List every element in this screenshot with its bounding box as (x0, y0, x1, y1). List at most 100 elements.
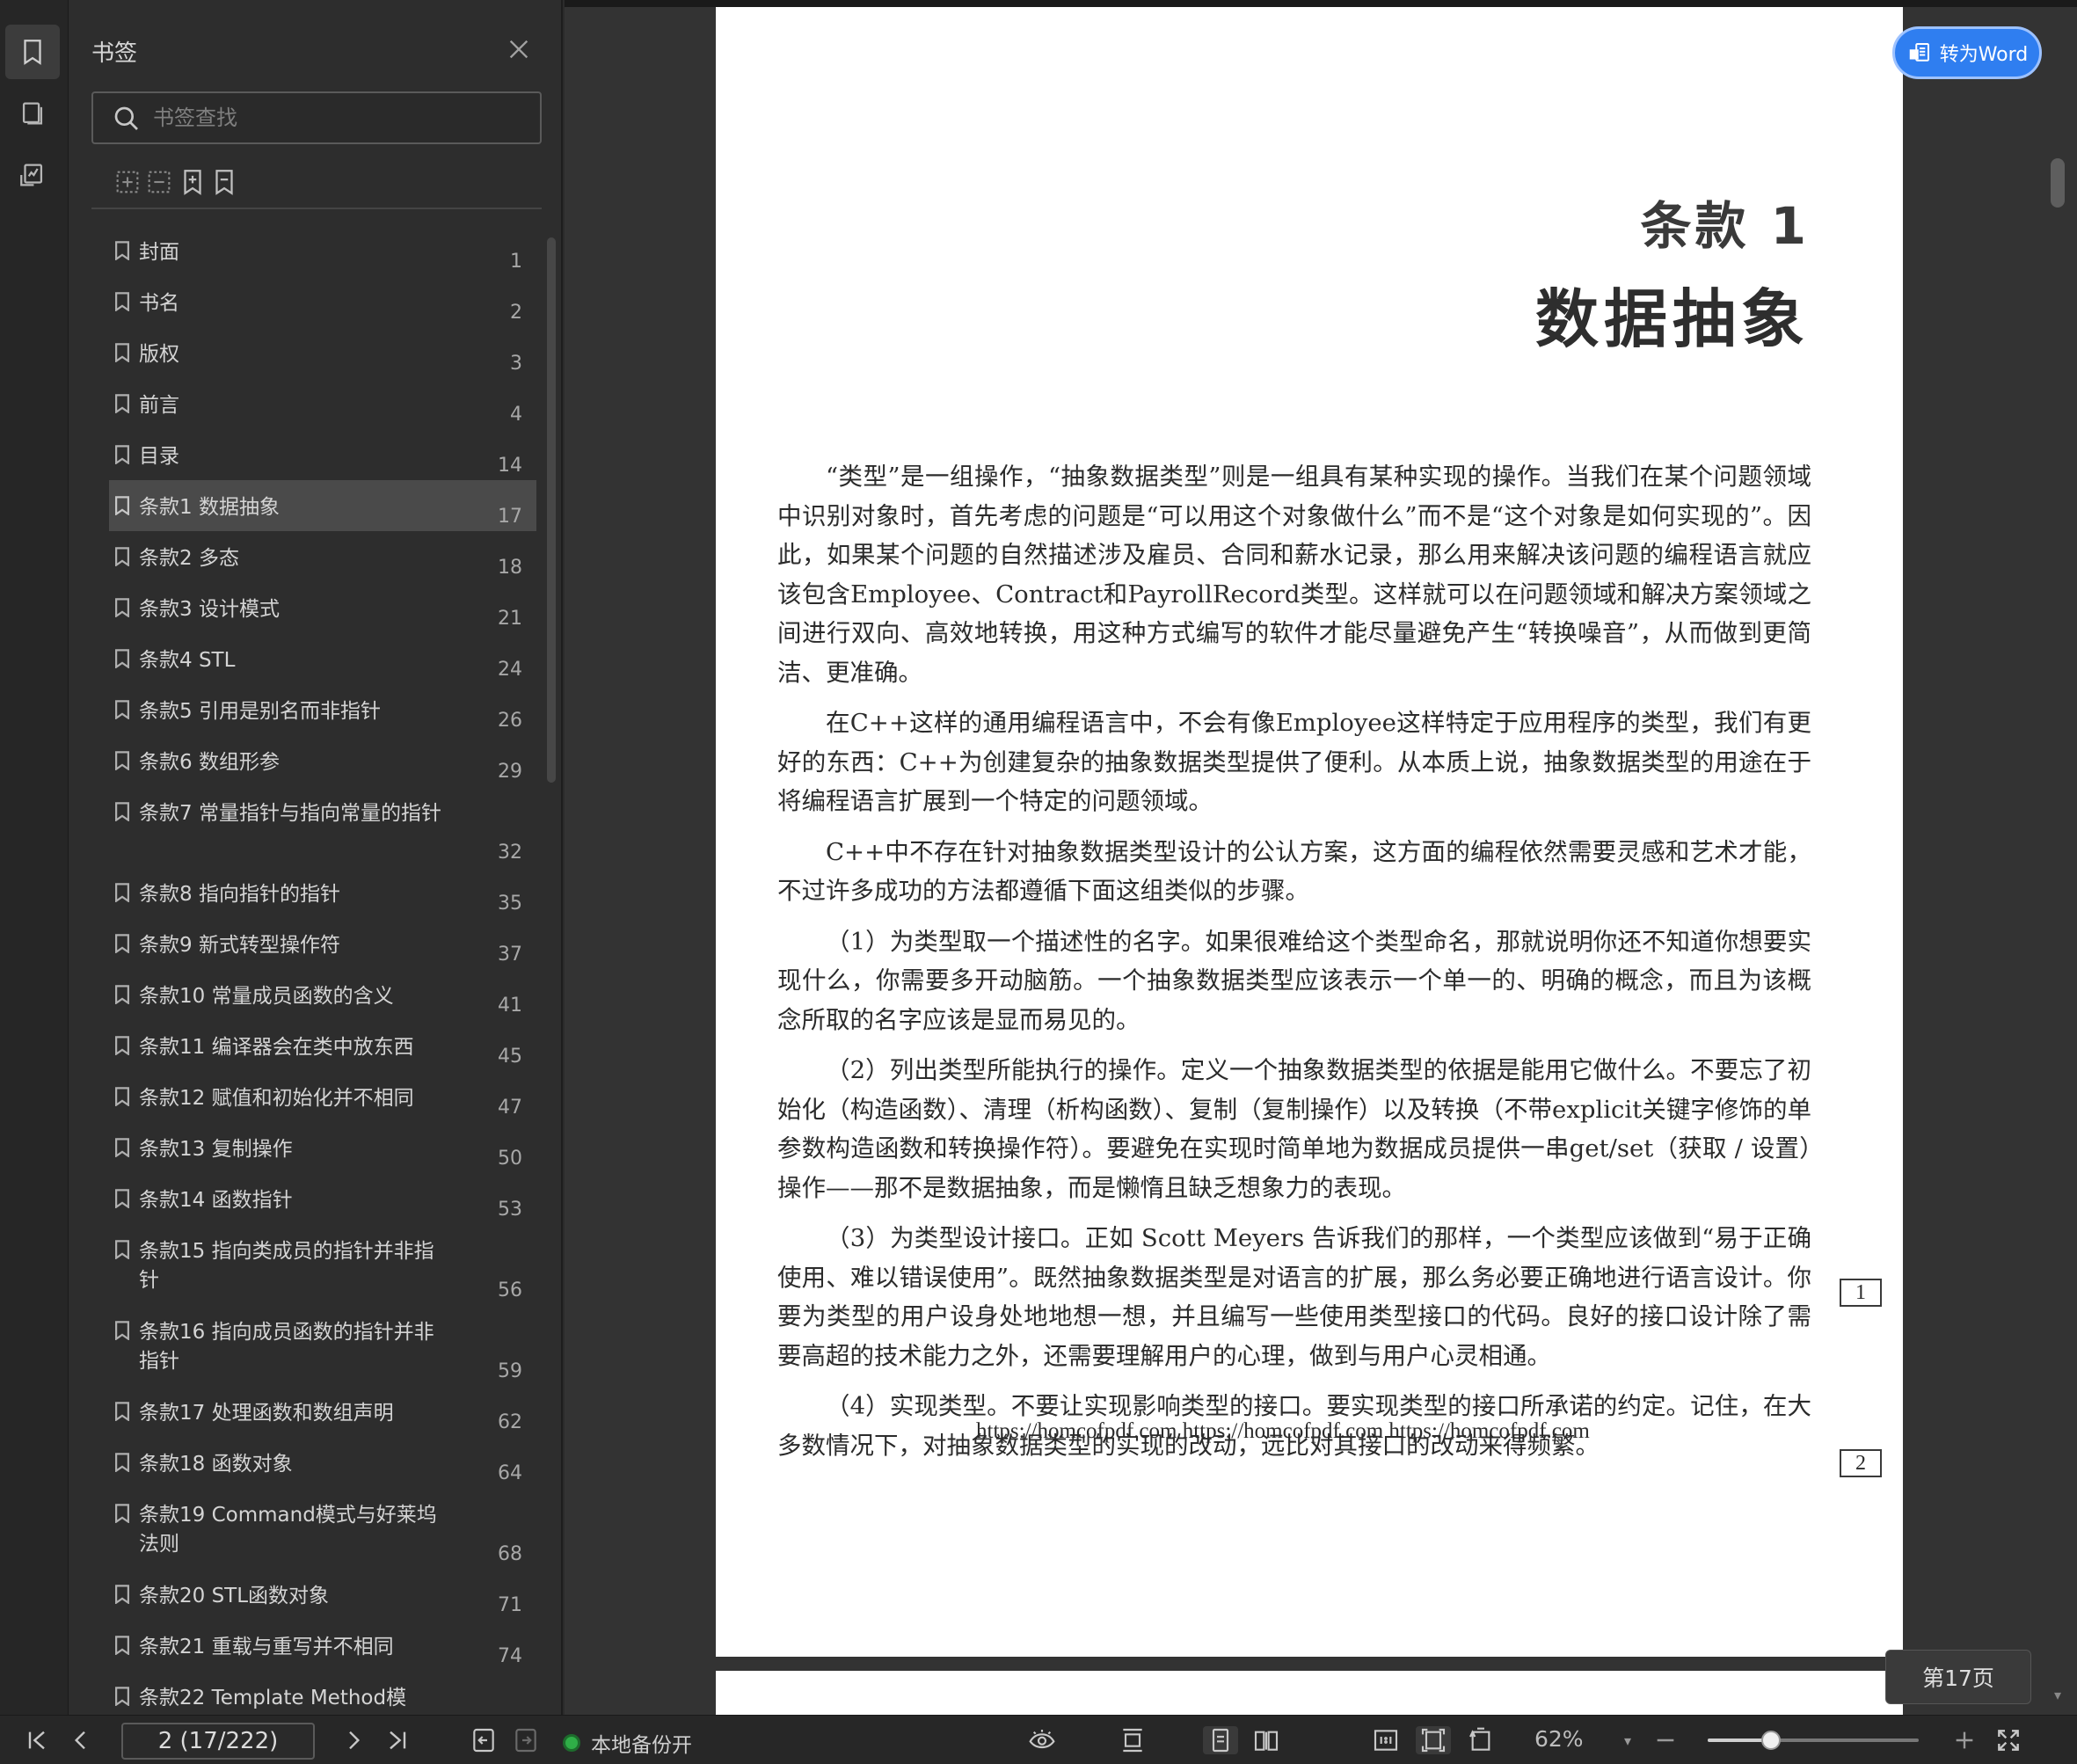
bookmark-item[interactable]: 条款6 数组形参 29 (109, 735, 536, 786)
zoom-level[interactable]: 62% (1534, 1726, 1584, 1752)
continuous-scroll-icon[interactable] (1115, 1726, 1150, 1754)
word-convert-icon (1909, 43, 1929, 62)
add-bookmark-icon[interactable] (178, 167, 211, 200)
paragraph: （1）为类型取一个描述性的名字。如果很难给这个类型命名，那就说明你还不知道你想要… (777, 927, 1811, 1034)
bookmark-icon (115, 1585, 129, 1604)
bookmark-item[interactable]: 条款15 指向类成员的指针并非指针 56 (109, 1224, 536, 1305)
pdf-reader-window: 书签 封面 1 书名 2 版权 3 前言 4 目录 (0, 0, 2077, 1764)
bookmark-icon (115, 445, 129, 464)
zoom-dropdown-icon[interactable]: ▾ (1618, 1726, 1637, 1754)
annotation-panel-icon[interactable] (5, 148, 60, 202)
bookmark-icon (115, 1036, 129, 1055)
first-page-icon[interactable] (21, 1726, 53, 1754)
remove-bookmark-icon[interactable] (209, 167, 243, 200)
bookmark-item[interactable]: 封面 1 (109, 225, 536, 276)
bookmark-item[interactable]: 条款12 赋值和初始化并不相同 47 (109, 1071, 536, 1122)
bookmark-item[interactable]: 目录 14 (109, 429, 536, 480)
bookmark-page: 3 (510, 353, 522, 375)
prev-page-icon[interactable] (65, 1726, 97, 1754)
rotate-page-icon[interactable] (1463, 1726, 1498, 1754)
bookmark-item[interactable]: 条款4 STL 24 (109, 633, 536, 684)
bookmark-item[interactable]: 条款7 常量指针与指向常量的指针 32 (109, 786, 536, 867)
page-number-input[interactable] (121, 1723, 315, 1760)
zoom-slider-thumb[interactable] (1761, 1731, 1781, 1750)
bookmark-icon (115, 496, 129, 515)
bookmark-label: 条款5 引用是别名而非指针 (139, 700, 381, 723)
search-icon (114, 106, 138, 130)
zoom-in-icon[interactable] (1949, 1726, 1980, 1754)
bookmark-item[interactable]: 条款10 常量成员函数的含义 41 (109, 969, 536, 1020)
bookmark-item[interactable]: 条款16 指向成员函数的指针并非指针 59 (109, 1305, 536, 1386)
bookmark-label: 条款20 STL函数对象 (139, 1585, 330, 1607)
bookmark-label: 条款6 数组形参 (139, 751, 280, 774)
convert-to-word-button[interactable]: 转为Word (1892, 26, 2042, 79)
thumbnail-panel-icon[interactable] (5, 86, 60, 141)
scroll-down-arrow[interactable]: ▾ (2051, 1687, 2065, 1704)
eye-protection-icon[interactable] (1018, 1726, 1066, 1754)
paragraph: 在C++这样的通用编程语言中，不会有像Employee这样特定于应用程序的类型，… (777, 709, 1811, 815)
bookmark-page: 41 (498, 995, 522, 1017)
bookmark-search-input[interactable] (153, 93, 531, 142)
bookmark-page: 71 (498, 1594, 522, 1616)
bookmark-icon (115, 1189, 129, 1208)
bookmark-item[interactable]: 条款14 函数指针 53 (109, 1173, 536, 1224)
bookmark-label: 前言 (139, 394, 179, 417)
bookmark-label: 条款14 函数指针 (139, 1189, 293, 1212)
bookmark-toolbar (91, 165, 542, 209)
bookmark-label: 条款17 处理函数和数组声明 (139, 1402, 394, 1425)
bookmark-icon (115, 883, 129, 902)
bookmark-scrollbar[interactable] (547, 237, 556, 783)
bookmark-item[interactable]: 版权 3 (109, 327, 536, 378)
bookmark-page: 17 (498, 506, 522, 528)
bookmark-item[interactable]: 条款11 编译器会在类中放东西 45 (109, 1020, 536, 1071)
bookmark-item[interactable]: 条款21 重载与重写并不相同 74 (109, 1620, 536, 1671)
bookmark-page: 74 (498, 1645, 522, 1667)
bookmark-list: 封面 1 书名 2 版权 3 前言 4 目录 14 条款1 数据抽象 17 条款2 多态 18… (109, 225, 540, 1715)
fit-page-icon[interactable] (1416, 1726, 1451, 1754)
bookmark-item[interactable]: 条款2 多态 18 (109, 531, 536, 582)
bookmark-label: 条款1 数据抽象 (139, 496, 280, 519)
expand-all-icon[interactable] (113, 167, 146, 200)
zoom-out-icon[interactable] (1650, 1726, 1681, 1754)
double-page-icon[interactable] (1249, 1726, 1284, 1754)
bookmark-label: 目录 (139, 445, 179, 468)
bookmark-page: 64 (498, 1462, 522, 1484)
bookmark-item[interactable]: 条款18 函数对象 64 (109, 1437, 536, 1488)
bookmark-item[interactable]: 条款13 复制操作 50 (109, 1122, 536, 1173)
bookmark-item[interactable]: 书名 2 (109, 276, 536, 327)
bookmark-item[interactable]: 条款17 处理函数和数组声明 62 (109, 1386, 536, 1437)
document-viewer[interactable]: 条款 1 数据抽象 “类型”是一组操作，“抽象数据类型”则是一组具有某种实现的操… (565, 0, 2077, 1724)
bookmark-icon (115, 1321, 129, 1340)
bookmark-item[interactable]: 条款5 引用是别名而非指针 26 (109, 684, 536, 735)
fullscreen-icon[interactable] (1993, 1726, 2024, 1754)
bookmark-item[interactable]: 条款8 指向指针的指针 35 (109, 867, 536, 918)
zoom-slider[interactable] (1708, 1731, 1919, 1750)
bookmark-item[interactable]: 条款20 STL函数对象 71 (109, 1569, 536, 1620)
collapse-all-icon[interactable] (144, 167, 178, 200)
go-back-icon[interactable] (468, 1726, 499, 1754)
bookmark-icon (115, 934, 129, 953)
bookmark-item[interactable]: 前言 4 (109, 378, 536, 429)
bookmark-item-active[interactable]: 条款1 数据抽象 17 (109, 480, 536, 531)
bookmark-item[interactable]: 条款19 Command模式与好莱坞法则 68 (109, 1488, 536, 1569)
bookmark-panel-icon[interactable] (5, 25, 60, 79)
last-page-icon[interactable] (382, 1726, 413, 1754)
bookmark-label: 条款9 新式转型操作符 (139, 934, 340, 957)
backup-label: 本地备份开 (591, 1734, 692, 1757)
bookmark-item[interactable]: 条款22 Template Method模 (109, 1671, 536, 1715)
single-page-icon[interactable] (1203, 1726, 1238, 1754)
bookmark-label: 条款8 指向指针的指针 (139, 883, 340, 906)
bookmark-label: 条款12 赋值和初始化并不相同 (139, 1087, 414, 1110)
bookmark-item[interactable]: 条款9 新式转型操作符 37 (109, 918, 536, 969)
paragraph: （2）列出类型所能执行的操作。定义一个抽象数据类型的依据是能用它做什么。不要忘了… (777, 1056, 1811, 1202)
go-forward-icon[interactable] (510, 1726, 542, 1754)
bookmark-item[interactable]: 条款3 设计模式 21 (109, 582, 536, 633)
bookmark-icon (115, 547, 129, 566)
next-page-icon[interactable] (338, 1726, 369, 1754)
close-icon[interactable] (505, 35, 533, 63)
local-backup-status[interactable]: 本地备份开 (563, 1728, 692, 1758)
actual-size-icon[interactable] (1368, 1726, 1403, 1754)
bookmark-label: 条款15 指向类成员的指针并非指针 (139, 1240, 434, 1292)
page-body: “类型”是一组操作，“抽象数据类型”则是一组具有某种实现的操作。当我们在某个问题… (777, 457, 1811, 1476)
document-scrollbar[interactable] (2051, 158, 2065, 208)
